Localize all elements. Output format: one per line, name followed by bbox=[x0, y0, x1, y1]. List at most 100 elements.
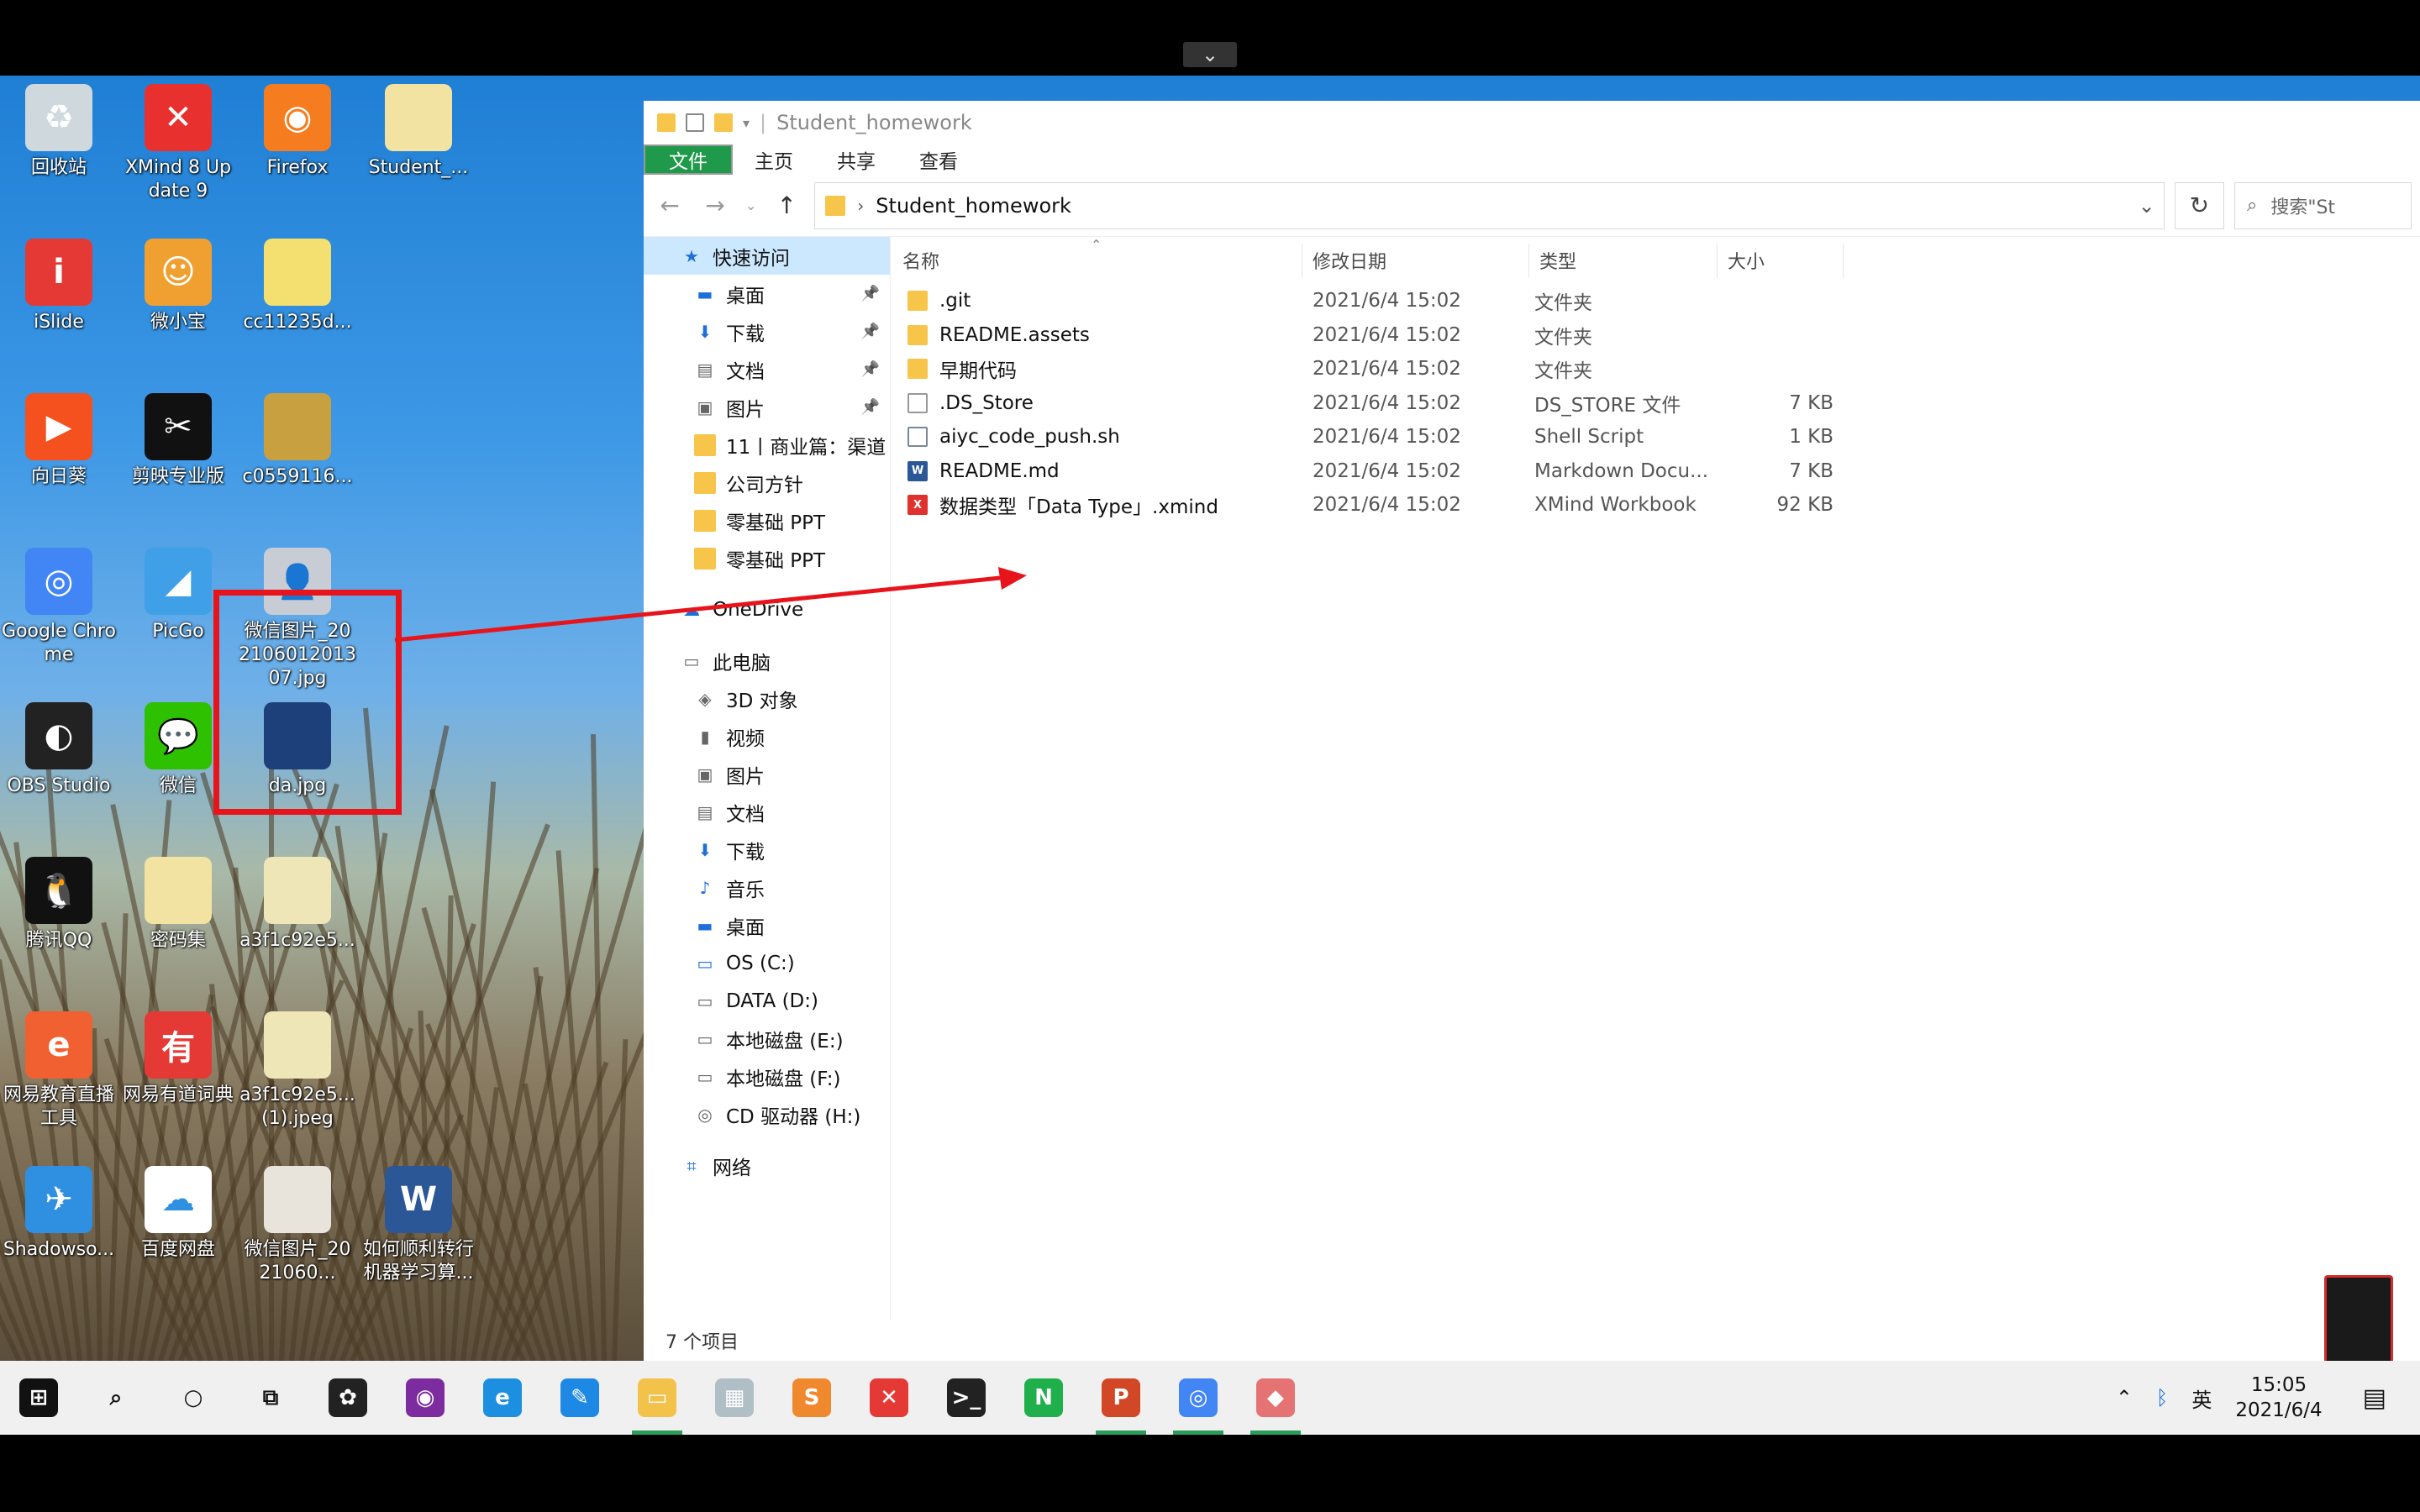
new-folder-icon[interactable] bbox=[714, 113, 733, 132]
taskbar-button[interactable]: ✕ bbox=[850, 1361, 928, 1435]
taskbar-button[interactable]: ✿ bbox=[309, 1361, 387, 1435]
nav-item[interactable]: ▬ 桌面 📌 bbox=[644, 275, 890, 312]
onedrive-icon: ☁ bbox=[683, 599, 700, 620]
desktop-shortcut[interactable]: ☁ 百度网盘 bbox=[119, 1166, 237, 1262]
desktop-shortcut[interactable]: ◉ Firefox bbox=[239, 84, 356, 180]
desktop-shortcut[interactable]: Student_... bbox=[360, 84, 477, 180]
nav-item[interactable]: ◈ 3D 对象 bbox=[644, 680, 890, 717]
taskbar-button[interactable]: ⧉ bbox=[232, 1361, 309, 1435]
desktop-shortcut[interactable]: e 网易教育直播工具 bbox=[0, 1011, 118, 1131]
chevron-up-icon[interactable]: ⌃ bbox=[2116, 1386, 2133, 1410]
desktop-shortcut[interactable]: ◐ OBS Studio bbox=[0, 702, 118, 798]
desktop-shortcut[interactable]: ♻ 回收站 bbox=[0, 84, 118, 180]
file-row[interactable]: .DS_Store 2021/6/4 15:02 DS_STORE 文件 7 KB bbox=[892, 386, 2420, 421]
nav-item[interactable]: ⬇ 下载 📌 bbox=[644, 312, 890, 350]
nav-item[interactable]: ▣ 图片 bbox=[644, 755, 890, 793]
taskbar-button[interactable]: N bbox=[1005, 1361, 1082, 1435]
taskbar-button[interactable]: ◎ bbox=[1160, 1361, 1237, 1435]
taskbar-button[interactable]: P bbox=[1082, 1361, 1160, 1435]
taskbar-button[interactable]: ◉ bbox=[387, 1361, 464, 1435]
taskbar-button[interactable]: ▦ bbox=[696, 1361, 773, 1435]
notification-icon[interactable]: ▤ bbox=[2363, 1383, 2386, 1413]
bluetooth-icon[interactable]: ᛒ bbox=[2156, 1386, 2168, 1410]
file-row[interactable]: 早期代码 2021/6/4 15:02 文件夹 bbox=[892, 352, 2420, 386]
tab-share[interactable]: 共享 bbox=[815, 144, 897, 175]
taskbar-button[interactable]: ○ bbox=[155, 1361, 232, 1435]
nav-item[interactable]: ▭ OS (C:) bbox=[644, 944, 890, 982]
properties-icon[interactable] bbox=[686, 113, 704, 132]
folder-icon bbox=[908, 324, 928, 345]
folder-icon bbox=[694, 471, 716, 494]
file-row[interactable]: aiyc_code_push.sh 2021/6/4 15:02 Shell Scr… bbox=[892, 420, 2420, 454]
nav-item[interactable]: ▭ DATA (D:) bbox=[644, 982, 890, 1020]
nav-item[interactable]: 零基础 PPT bbox=[644, 501, 890, 539]
desktop-shortcut[interactable]: ▶ 向日葵 bbox=[0, 393, 118, 489]
search-input[interactable]: ⌕ 搜索"St bbox=[2234, 181, 2412, 229]
taskbar-button[interactable]: >_ bbox=[928, 1361, 1005, 1435]
taskbar-button[interactable]: ✎ bbox=[541, 1361, 618, 1435]
nav-item[interactable]: 零基础 PPT bbox=[644, 539, 890, 577]
desktop-shortcut[interactable]: c0559116... bbox=[239, 393, 356, 489]
nav-item[interactable]: ★ 快速访问 bbox=[644, 237, 890, 275]
taskbar-button[interactable]: ◆ bbox=[1237, 1361, 1314, 1435]
desktop-shortcut[interactable]: a3f1c92e5... bbox=[239, 857, 356, 953]
desktop-shortcut[interactable]: i iSlide bbox=[0, 239, 118, 334]
nav-item[interactable]: 11丨商业篇：渠道 bbox=[644, 426, 890, 464]
file-row[interactable]: X 数据类型「Data Type」.xmind 2021/6/4 15:02 XMin… bbox=[892, 488, 2420, 522]
forward-button[interactable]: → bbox=[697, 187, 733, 224]
tab-file[interactable]: 文件 bbox=[644, 144, 733, 175]
floating-widget[interactable] bbox=[2324, 1275, 2393, 1371]
desktop-shortcut[interactable]: ✂ 剪映专业版 bbox=[119, 393, 237, 489]
recent-locations-button[interactable]: ⌄ bbox=[743, 187, 759, 224]
nav-item[interactable]: ▬ 桌面 bbox=[644, 906, 890, 944]
nav-item[interactable]: ▭ 此电脑 bbox=[644, 642, 890, 680]
tab-home[interactable]: 主页 bbox=[733, 144, 815, 175]
desktop-shortcut[interactable]: ◎ Google Chrome bbox=[0, 548, 118, 667]
taskbar-button[interactable]: ⌕ bbox=[77, 1361, 155, 1435]
desktop-shortcut[interactable]: 微信图片_2021060... bbox=[239, 1166, 356, 1285]
file-row[interactable]: README.assets 2021/6/4 15:02 文件夹 bbox=[892, 318, 2420, 353]
desktop-shortcut[interactable]: ✕ XMind 8 Update 9 bbox=[119, 84, 237, 203]
clock[interactable]: 15:05 2021/6/4 bbox=[2235, 1373, 2322, 1423]
desktop-shortcut[interactable]: 有网易有道词典 bbox=[119, 1011, 237, 1107]
nav-item[interactable]: ⌗ 网络 bbox=[644, 1147, 890, 1184]
nav-item[interactable]: ♪ 音乐 bbox=[644, 869, 890, 906]
taskbar-button[interactable]: ⊞ bbox=[0, 1361, 77, 1435]
column-type[interactable]: 类型 bbox=[1529, 244, 1718, 277]
nav-item[interactable]: ⬇ 下载 bbox=[644, 831, 890, 869]
desktop-shortcut[interactable]: ✈ Shadowso... bbox=[0, 1166, 118, 1262]
taskbar-button[interactable]: e bbox=[464, 1361, 541, 1435]
column-size[interactable]: 大小 bbox=[1718, 244, 1844, 277]
taskbar-button[interactable]: S bbox=[773, 1361, 850, 1435]
nav-item[interactable]: ▮ 视频 bbox=[644, 717, 890, 755]
address-dropdown-icon[interactable]: ⌄ bbox=[2130, 194, 2164, 218]
address-bar[interactable]: › Student_homework ⌄ bbox=[814, 181, 2165, 229]
desktop-shortcut[interactable]: 🐧 腾讯QQ bbox=[0, 857, 118, 953]
desktop-shortcut[interactable]: ☺ 微小宝 bbox=[119, 239, 237, 334]
file-row[interactable]: W README.md 2021/6/4 15:02 Markdown Docu...… bbox=[892, 454, 2420, 489]
nav-item[interactable]: ▭ 本地磁盘 (E:) bbox=[644, 1020, 890, 1058]
desktop-shortcut-label: 微信图片_2021060... bbox=[244, 1239, 351, 1284]
ime-indicator[interactable]: 英 bbox=[2191, 1383, 2212, 1413]
desktop-shortcut[interactable]: 密码集 bbox=[119, 857, 237, 953]
back-button[interactable]: ← bbox=[652, 187, 687, 224]
up-button[interactable]: ↑ bbox=[769, 187, 804, 224]
desktop-shortcut[interactable]: a3f1c92e5...(1).jpeg bbox=[239, 1011, 356, 1131]
tab-view[interactable]: 查看 bbox=[897, 144, 980, 175]
chevron-down-icon[interactable]: ⌄ bbox=[1183, 42, 1237, 67]
nav-item-label: 图片 bbox=[726, 765, 765, 788]
nav-item[interactable]: ▭ 本地磁盘 (F:) bbox=[644, 1058, 890, 1095]
quick-access-dropdown-icon[interactable]: ▾ bbox=[743, 115, 750, 131]
refresh-button[interactable]: ↻ bbox=[2174, 181, 2225, 229]
nav-item[interactable]: ▤ 文档 📌 bbox=[644, 350, 890, 388]
nav-item[interactable]: ◎ CD 驱动器 (H:) bbox=[644, 1095, 890, 1133]
taskbar-button[interactable]: ▭ bbox=[618, 1361, 696, 1435]
column-date[interactable]: 修改日期 bbox=[1302, 244, 1529, 277]
nav-item[interactable]: ☁ OneDrive bbox=[644, 591, 890, 628]
nav-item[interactable]: ▤ 文档 bbox=[644, 793, 890, 831]
nav-item[interactable]: ▣ 图片 📌 bbox=[644, 388, 890, 426]
desktop-shortcut[interactable]: W 如何顺利转行机器学习算... bbox=[360, 1166, 477, 1285]
file-row[interactable]: .git 2021/6/4 15:02 文件夹 bbox=[892, 284, 2420, 318]
desktop-shortcut[interactable]: cc11235d... bbox=[239, 239, 356, 334]
nav-item[interactable]: 公司方针 bbox=[644, 464, 890, 501]
